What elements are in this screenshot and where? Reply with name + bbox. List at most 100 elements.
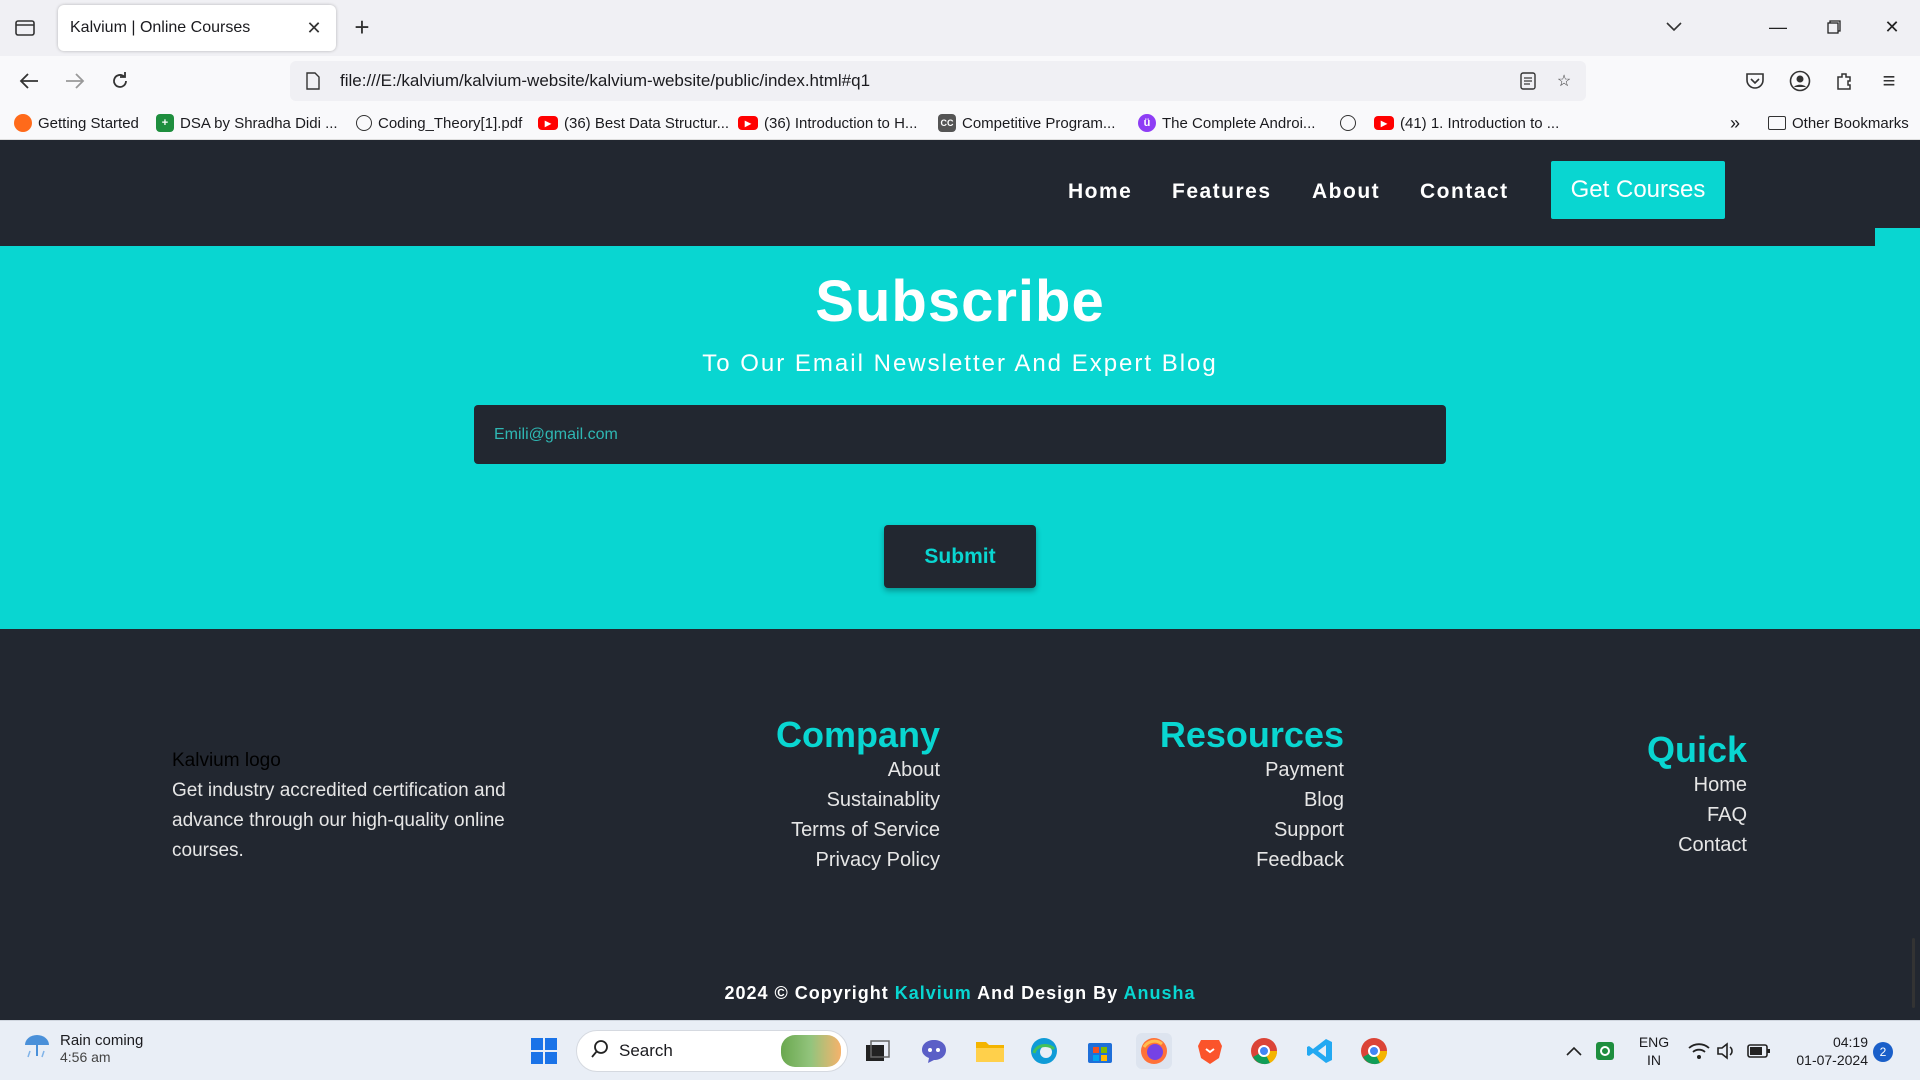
designer-link[interactable]: Anusha [1124, 983, 1196, 1003]
youtube-icon: ▶ [1374, 116, 1394, 130]
bookmark-item[interactable] [1340, 112, 1362, 134]
battery-icon[interactable] [1744, 1033, 1774, 1069]
firefox-icon [14, 114, 32, 132]
globe-icon [1340, 115, 1356, 131]
wifi-icon[interactable] [1684, 1033, 1714, 1069]
task-view-icon[interactable] [860, 1033, 896, 1069]
tab-list-icon[interactable] [12, 14, 38, 40]
folder-icon [1768, 116, 1786, 130]
footer-link-sustainability[interactable]: Sustainablity [776, 785, 940, 815]
notification-badge[interactable]: 2 [1873, 1042, 1893, 1062]
nav-link-features[interactable]: Features [1172, 180, 1272, 204]
footer-column-resources: Resources Payment Blog Support Feedback [1160, 715, 1344, 875]
back-arrow-icon[interactable] [14, 66, 44, 96]
footer-logo: Kalvium logo [172, 750, 281, 771]
footer-column-title: Company [775, 714, 940, 755]
language-indicator[interactable]: ENG IN [1636, 1033, 1672, 1069]
bookmark-item[interactable]: ▶ (36) Introduction to H... [738, 112, 917, 134]
footer-link-faq[interactable]: FAQ [1647, 800, 1747, 830]
chrome-icon[interactable] [1246, 1033, 1282, 1069]
get-courses-button[interactable]: Get Courses [1551, 161, 1725, 219]
taskbar-search[interactable]: Search [576, 1030, 848, 1072]
youtube-icon: ▶ [738, 116, 758, 130]
browser-tab-bar: Kalvium | Online Courses ✕ + — ✕ [0, 0, 1920, 56]
site-footer: Kalvium logo Get industry accredited cer… [0, 629, 1920, 1020]
clock[interactable]: 04:19 01-07-2024 [1788, 1033, 1868, 1069]
bookmark-item[interactable]: + DSA by Shradha Didi ... [156, 112, 338, 134]
footer-column-quick: Quick Home FAQ Contact [1647, 730, 1747, 860]
footer-link-feedback[interactable]: Feedback [1160, 845, 1344, 875]
reload-icon[interactable] [105, 66, 135, 96]
bookmark-item[interactable]: Getting Started [14, 112, 139, 134]
bookmark-item[interactable]: ▶ (36) Best Data Structur... [538, 112, 729, 134]
footer-link-support[interactable]: Support [1160, 815, 1344, 845]
tab-close-icon[interactable]: ✕ [304, 18, 324, 38]
forward-arrow-icon[interactable] [60, 66, 90, 96]
weather-widget[interactable]: Rain coming 4:56 am [22, 1031, 143, 1066]
bookmark-item[interactable]: CC Competitive Program... [938, 112, 1115, 134]
email-input[interactable] [474, 405, 1446, 464]
subscribe-title: Subscribe [815, 269, 1105, 334]
site-header: Home Features About Contact Get Courses [0, 140, 1920, 246]
url-bar[interactable]: file:///E:/kalvium/kalvium-website/kalvi… [290, 61, 1586, 101]
restore-icon[interactable] [1814, 12, 1854, 42]
bookmark-star-icon[interactable]: ☆ [1550, 67, 1578, 95]
umbrella-rain-icon [22, 1031, 52, 1066]
udemy-icon: ü [1138, 114, 1156, 132]
microsoft-store-icon[interactable] [1082, 1033, 1118, 1069]
reader-view-icon[interactable] [1514, 67, 1542, 95]
vscode-icon[interactable] [1302, 1033, 1338, 1069]
nav-link-contact[interactable]: Contact [1420, 180, 1509, 204]
new-tab-icon[interactable]: + [348, 14, 376, 42]
bookmark-item[interactable]: Coding_Theory[1].pdf [356, 112, 522, 134]
subscribe-section: Subscribe To Our Email Newsletter And Ex… [0, 246, 1920, 629]
chat-icon[interactable] [916, 1033, 952, 1069]
footer-link-home[interactable]: Home [1647, 770, 1747, 800]
account-icon[interactable] [1785, 66, 1815, 96]
windows-start-icon[interactable] [526, 1033, 562, 1069]
nav-link-about[interactable]: About [1312, 180, 1380, 204]
codechef-icon: CC [938, 114, 956, 132]
footer-link-contact[interactable]: Contact [1647, 830, 1747, 860]
footer-column-title: Quick [1646, 729, 1747, 770]
brand-link[interactable]: Kalvium [895, 983, 972, 1003]
extensions-icon[interactable] [1830, 66, 1860, 96]
sheets-icon: + [156, 114, 174, 132]
copyright: 2024 © Copyright Kalvium And Design By A… [724, 983, 1196, 1003]
bookmark-item[interactable]: ▶ (41) 1. Introduction to ... [1374, 112, 1559, 134]
hamburger-menu-icon[interactable]: ≡ [1874, 66, 1904, 96]
other-bookmarks[interactable]: Other Bookmarks [1768, 112, 1909, 134]
tray-chevron-up-icon[interactable] [1562, 1033, 1586, 1069]
firefox-taskbar-icon[interactable] [1136, 1033, 1172, 1069]
pocket-icon[interactable] [1740, 66, 1770, 96]
brave-browser-icon[interactable] [1192, 1033, 1228, 1069]
submit-button[interactable]: Submit [884, 525, 1036, 588]
tab-overflow-chevron-icon[interactable] [1654, 12, 1694, 42]
minimize-icon[interactable]: — [1758, 12, 1798, 42]
file-explorer-icon[interactable] [972, 1033, 1008, 1069]
volume-icon[interactable] [1712, 1033, 1742, 1069]
edge-browser-icon[interactable] [1026, 1033, 1062, 1069]
chrome-profile-icon[interactable] [1356, 1033, 1392, 1069]
footer-column-title: Resources [1159, 714, 1344, 755]
bookmark-item[interactable]: ü The Complete Androi... [1138, 112, 1315, 134]
url-text: file:///E:/kalvium/kalvium-website/kalvi… [340, 71, 871, 90]
footer-link-blog[interactable]: Blog [1160, 785, 1344, 815]
browser-navigation-bar: file:///E:/kalvium/kalvium-website/kalvi… [0, 56, 1920, 106]
footer-link-about[interactable]: About [776, 755, 940, 785]
page-scrollbar[interactable] [1912, 938, 1915, 1008]
page-file-icon [306, 70, 326, 92]
subscribe-subtitle: To Our Email Newsletter And Expert Blog [702, 350, 1218, 377]
bookmarks-toolbar: Getting Started + DSA by Shradha Didi ..… [0, 106, 1920, 140]
web-page: Home Features About Contact Get Courses … [0, 140, 1920, 1020]
youtube-icon: ▶ [538, 116, 558, 130]
browser-tab-active[interactable]: Kalvium | Online Courses ✕ [58, 5, 336, 51]
footer-link-payment[interactable]: Payment [1160, 755, 1344, 785]
footer-link-privacy[interactable]: Privacy Policy [776, 845, 940, 875]
close-window-icon[interactable]: ✕ [1872, 12, 1912, 42]
footer-link-terms[interactable]: Terms of Service [776, 815, 940, 845]
tray-app-icon[interactable] [1592, 1033, 1618, 1069]
bookmarks-overflow-icon[interactable]: » [1730, 112, 1740, 134]
footer-column-company: Company About Sustainablity Terms of Ser… [776, 715, 940, 875]
nav-link-home[interactable]: Home [1068, 180, 1132, 204]
